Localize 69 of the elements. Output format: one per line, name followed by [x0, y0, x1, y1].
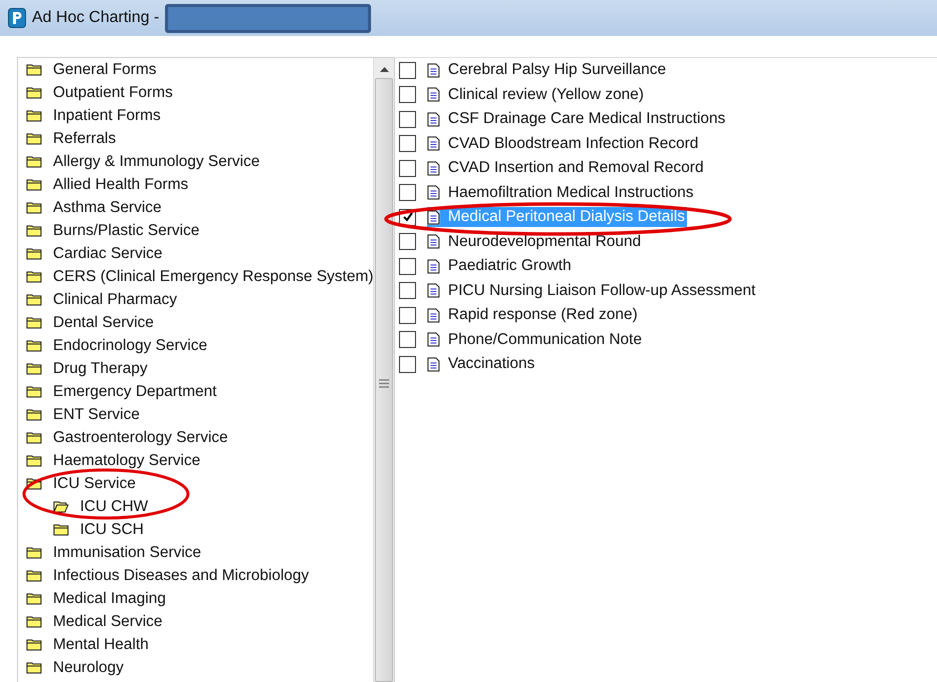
checkbox[interactable]	[399, 282, 416, 300]
checkbox[interactable]	[399, 306, 416, 324]
document-icon	[427, 185, 440, 200]
folder-label[interactable]: Referrals	[53, 130, 116, 148]
folder-label[interactable]: Drug Therapy	[53, 360, 148, 378]
checkbox[interactable]	[399, 62, 416, 79]
folder-label[interactable]: Allergy & Immunology Service	[53, 152, 260, 170]
document-icon	[427, 356, 440, 372]
form-item[interactable]: Clinical review (Yellow zone)	[427, 84, 646, 105]
folder-label[interactable]: Medical Service	[53, 612, 162, 630]
folder-label[interactable]: Clinical Pharmacy	[53, 290, 178, 308]
folder-label[interactable]: Mental Health	[53, 636, 149, 654]
form-item[interactable]: CSF Drainage Care Medical Instructions	[427, 109, 728, 130]
folder-label[interactable]: Endocrinology Service	[53, 336, 208, 354]
folder-label[interactable]: Medical Imaging	[53, 590, 166, 608]
scroll-up-icon[interactable]	[380, 67, 389, 72]
form-item[interactable]: Haemofiltration Medical Instructions	[427, 182, 696, 203]
document-icon	[427, 62, 440, 78]
checkbox[interactable]	[399, 331, 416, 348]
folder-label[interactable]: Inpatient Forms	[53, 106, 161, 124]
checkbox[interactable]	[399, 160, 416, 177]
form-item[interactable]: Phone/Communication Note	[427, 330, 644, 350]
document-icon	[427, 258, 440, 274]
form-item[interactable]: Neurodevelopmental Round	[427, 232, 644, 252]
document-icon	[427, 112, 440, 127]
checkbox[interactable]	[399, 233, 416, 250]
folder-label[interactable]: Cardiac Service	[53, 244, 162, 262]
checkbox[interactable]	[399, 184, 416, 202]
folder-label[interactable]: Emergency Department	[53, 382, 217, 400]
form-item[interactable]: PICU Nursing Liaison Follow-up Assessment	[427, 280, 758, 301]
folder-label[interactable]: Outpatient Forms	[53, 84, 173, 102]
form-item[interactable]: Paediatric Growth	[427, 256, 574, 276]
document-icon	[427, 210, 440, 225]
folder-label[interactable]: Infectious Diseases and Microbiology	[53, 566, 309, 584]
document-icon	[427, 308, 440, 323]
checkbox[interactable]	[399, 110, 416, 128]
folder-label[interactable]: CERS (Clinical Emergency Response System)	[53, 268, 374, 286]
document-icon	[427, 87, 440, 102]
checkbox[interactable]	[399, 356, 416, 373]
folder-label[interactable]: ICU SCH	[80, 520, 144, 538]
form-item[interactable]: CVAD Insertion and Removal Record	[427, 158, 706, 178]
folder-label[interactable]: Immunisation Service	[53, 544, 202, 562]
form-item[interactable]: CVAD Bloodstream Infection Record	[427, 134, 700, 154]
folder-label[interactable]: Neurology	[53, 658, 124, 676]
document-icon	[427, 283, 440, 298]
folder-label[interactable]: Haematology Service	[53, 452, 200, 470]
checkbox[interactable]	[399, 135, 416, 152]
grip-icon	[379, 379, 390, 388]
folder-label[interactable]: Gastroenterology Service	[53, 428, 228, 446]
form-item[interactable]: Rapid response (Red zone)	[427, 305, 640, 326]
folder-label[interactable]: Asthma Service	[53, 198, 162, 216]
form-item[interactable]: Vaccinations	[427, 354, 537, 374]
folder-label[interactable]: Allied Health Forms	[53, 176, 188, 194]
app-logo-icon	[8, 8, 26, 28]
folder-label[interactable]: General Forms	[53, 60, 156, 78]
folder-label[interactable]: ICU Service	[53, 474, 136, 492]
document-icon	[427, 160, 440, 176]
document-icon	[427, 332, 440, 348]
folder-label[interactable]: ENT Service	[53, 406, 140, 424]
window-title: Ad Hoc Charting -	[32, 9, 160, 27]
checkbox[interactable]	[399, 258, 416, 275]
folder-label[interactable]: Burns/Plastic Service	[53, 222, 200, 240]
form-item[interactable]: Cerebral Palsy Hip Surveillance	[427, 60, 668, 80]
folder-label[interactable]: Dental Service	[53, 314, 154, 332]
folder-label[interactable]: ICU CHW	[80, 498, 148, 516]
document-icon	[427, 234, 440, 250]
checkbox[interactable]	[399, 86, 416, 104]
document-icon	[427, 136, 440, 152]
checkmark-icon	[402, 211, 414, 224]
